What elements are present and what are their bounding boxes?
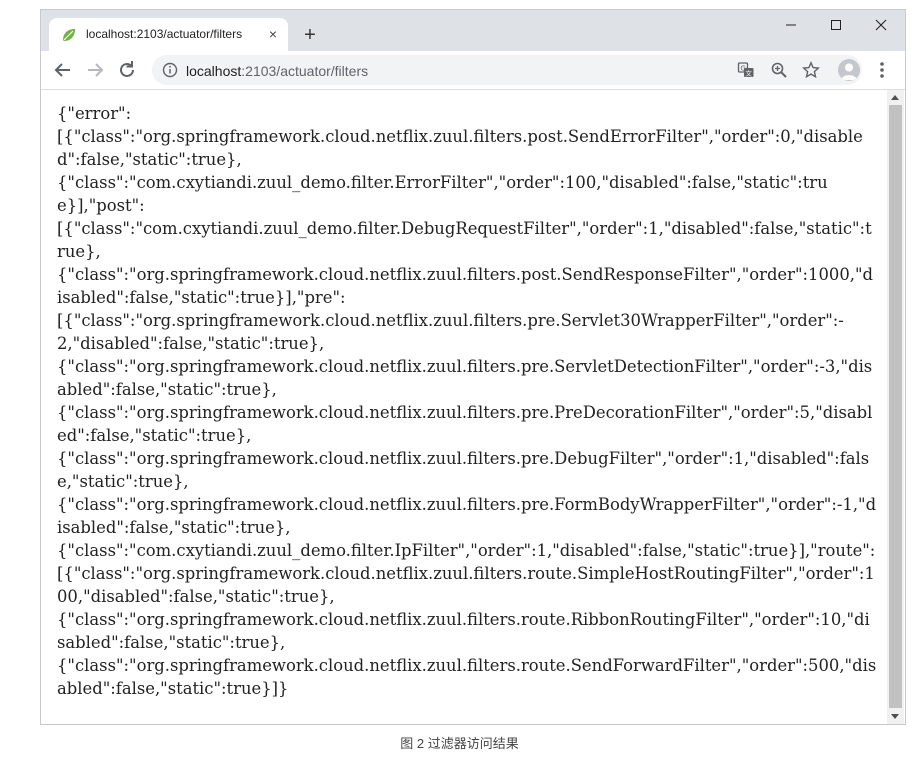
more-menu-icon[interactable]: [875, 59, 889, 81]
leaf-icon: [63, 29, 75, 41]
minimize-button[interactable]: [771, 13, 811, 41]
tab-title: localhost:2103/actuator/filters: [86, 27, 243, 41]
profile-avatar-icon[interactable]: [838, 59, 860, 81]
maximize-icon: [831, 20, 841, 30]
scroll-up-icon[interactable]: [891, 95, 899, 100]
minimize-icon: [786, 24, 796, 26]
svg-text:文: 文: [745, 68, 752, 77]
back-arrow-icon[interactable]: [51, 58, 75, 82]
json-response-text: {"error": [{"class":"org.springframework…: [57, 104, 877, 698]
tab-strip: localhost:2103/actuator/filters × +: [41, 10, 905, 51]
translate-icon[interactable]: G 文: [737, 61, 755, 79]
close-window-button[interactable]: [861, 13, 901, 41]
browser-toolbar: localhost:2103/actuator/filters G 文: [41, 51, 905, 90]
address-bar[interactable]: localhost:2103/actuator/filters G 文: [152, 55, 862, 85]
vertical-scrollbar[interactable]: [887, 90, 904, 724]
url-host: localhost: [186, 63, 242, 79]
tab-active[interactable]: localhost:2103/actuator/filters ×: [49, 18, 288, 51]
tab-close-icon[interactable]: ×: [265, 25, 281, 43]
maximize-button[interactable]: [816, 13, 856, 41]
figure-caption: 图 2 过滤器访问结果: [400, 736, 519, 751]
browser-window: localhost:2103/actuator/filters × + loca…: [40, 9, 906, 725]
url-path: :2103/actuator/filters: [241, 63, 369, 79]
forward-arrow-icon[interactable]: [83, 58, 107, 82]
person-icon: [841, 63, 857, 80]
page-content: {"error": [{"class":"org.springframework…: [41, 90, 887, 724]
info-icon[interactable]: [162, 62, 178, 78]
new-tab-button[interactable]: +: [299, 24, 321, 46]
scrollbar-thumb[interactable]: [889, 105, 902, 708]
url-text[interactable]: localhost:2103/actuator/filters: [186, 63, 368, 79]
reload-icon[interactable]: [115, 58, 139, 82]
zoom-icon[interactable]: [770, 61, 788, 79]
scroll-down-icon[interactable]: [891, 714, 899, 719]
close-icon: [875, 19, 887, 31]
bookmark-star-icon[interactable]: [802, 61, 820, 79]
